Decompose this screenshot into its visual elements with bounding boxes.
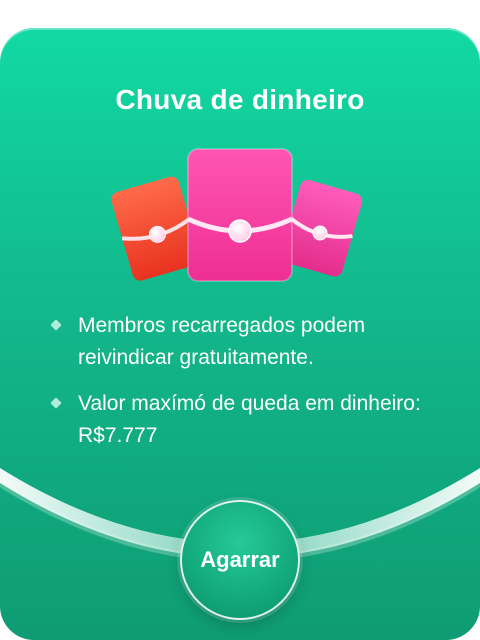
grab-button[interactable]: Agarrar (180, 500, 300, 620)
envelope-center (186, 148, 294, 282)
red-envelopes-illustration (111, 148, 363, 282)
promo-card: Chuva de dinheiro Membros recarregados p… (0, 28, 480, 640)
benefit-item-free-claim: Membros recarregados podem reivindicar g… (50, 310, 450, 374)
benefit-text: Membros recarregados podem reivindicar g… (78, 314, 366, 369)
card-title: Chuva de dinheiro (115, 84, 365, 115)
diamond-bullet-icon (50, 397, 62, 409)
diamond-bullet-icon (50, 319, 62, 331)
